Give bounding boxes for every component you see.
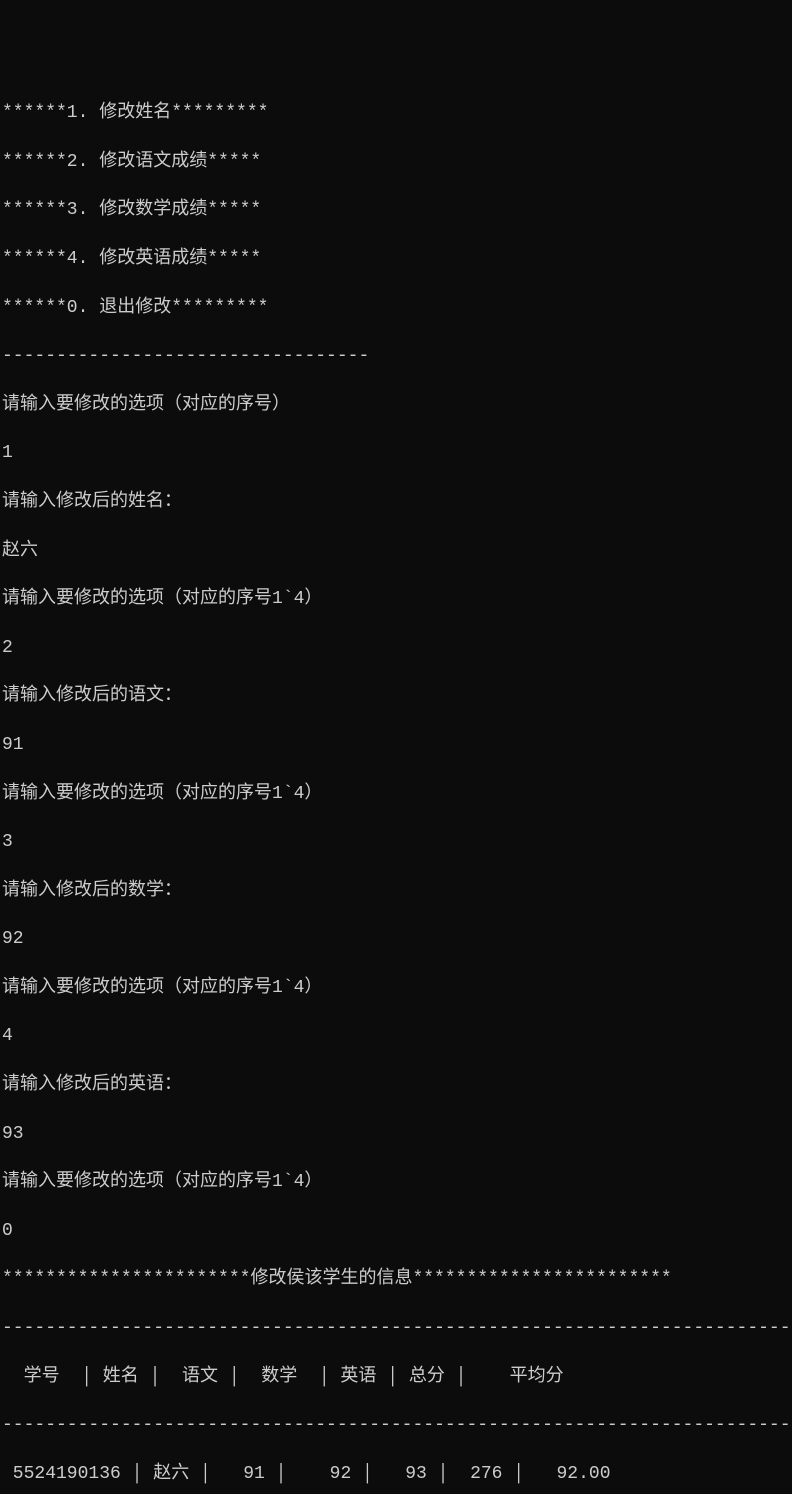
user-input-4: 4: [2, 1024, 790, 1048]
prompt-enter-name: 请输入修改后的姓名：: [2, 490, 790, 514]
user-input-english: 93: [2, 1122, 790, 1146]
user-input-math: 92: [2, 927, 790, 951]
prompt-enter-chinese: 请输入修改后的语文：: [2, 684, 790, 708]
menu-option-2: ******2. 修改语文成绩*****: [2, 150, 790, 174]
table-mid-border: ----------------------------------------…: [2, 1413, 790, 1437]
user-input-3: 3: [2, 830, 790, 854]
menu-option-4: ******4. 修改英语成绩*****: [2, 247, 790, 271]
prompt-enter-math: 请输入修改后的数学：: [2, 879, 790, 903]
user-input-2: 2: [2, 636, 790, 660]
prompt-select-option: 请输入要修改的选项（对应的序号）: [2, 393, 790, 417]
table-top-border: ----------------------------------------…: [2, 1316, 790, 1340]
prompt-select-option-5: 请输入要修改的选项（对应的序号1`4）: [2, 1170, 790, 1194]
result-title: ***********************修改侯该学生的信息********…: [2, 1267, 790, 1291]
user-input-chinese: 91: [2, 733, 790, 757]
prompt-enter-english: 请输入修改后的英语：: [2, 1073, 790, 1097]
user-input-0: 0: [2, 1219, 790, 1243]
prompt-select-option-4: 请输入要修改的选项（对应的序号1`4）: [2, 976, 790, 1000]
menu-option-3: ******3. 修改数学成绩*****: [2, 198, 790, 222]
prompt-select-option-3: 请输入要修改的选项（对应的序号1`4）: [2, 782, 790, 806]
user-input-name: 赵六: [2, 539, 790, 563]
menu-option-1: ******1. 修改姓名*********: [2, 101, 790, 125]
table-row: 5524190136 │ 赵六 │ 91 │ 92 │ 93 │ 276 │ 9…: [2, 1462, 790, 1486]
menu-divider: ----------------------------------: [2, 344, 790, 368]
table-header: 学号 │ 姓名 │ 语文 │ 数学 │ 英语 │ 总分 │ 平均分: [2, 1365, 790, 1389]
prompt-select-option-2: 请输入要修改的选项（对应的序号1`4）: [2, 587, 790, 611]
user-input-1: 1: [2, 441, 790, 465]
menu-option-0: ******0. 退出修改*********: [2, 296, 790, 320]
